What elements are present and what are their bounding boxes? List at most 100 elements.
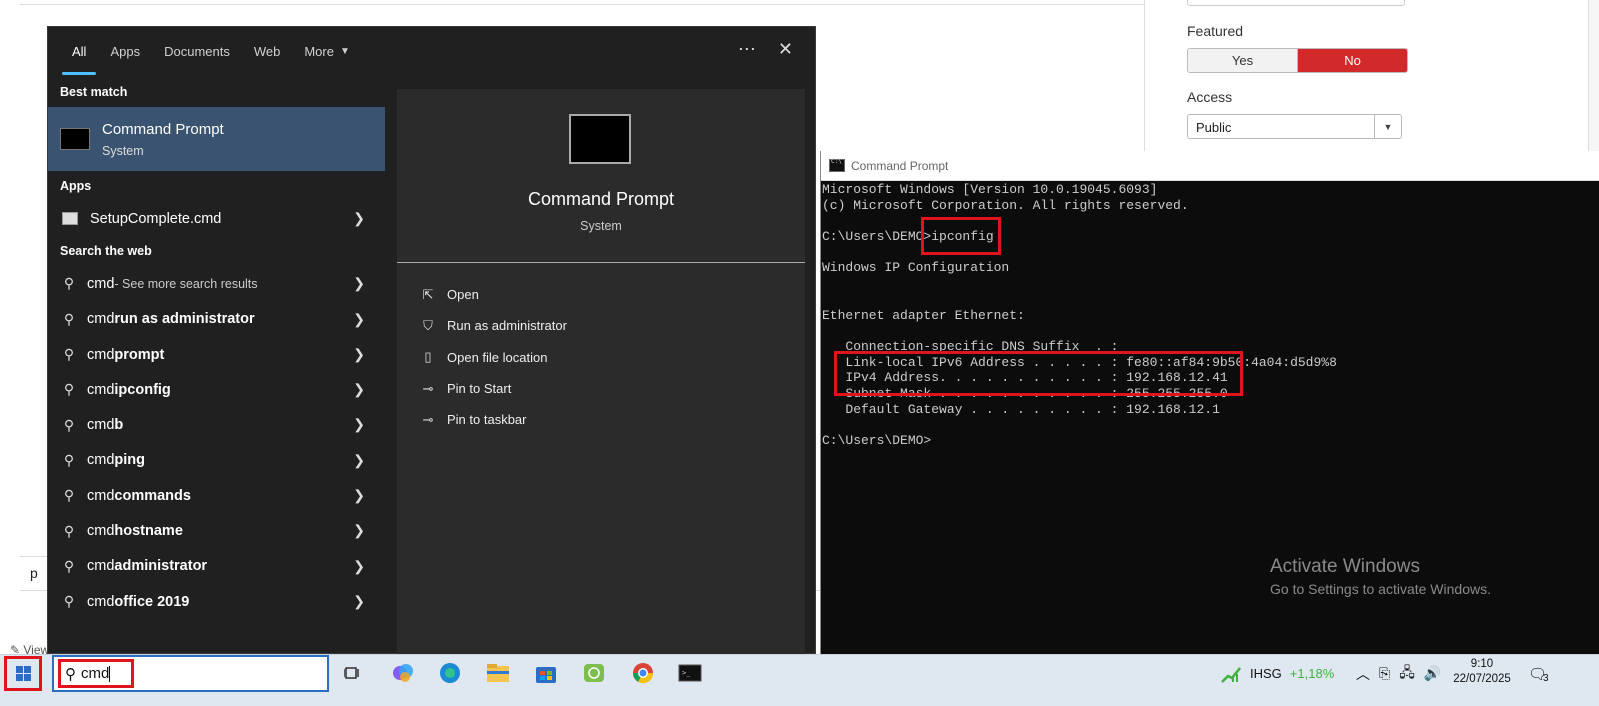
cmd-titlebar[interactable]: Command Prompt xyxy=(821,151,1599,181)
notes-app-icon[interactable] xyxy=(580,659,608,687)
stock-widget[interactable]: IHSG +1,18% xyxy=(1220,655,1334,692)
background-select-box[interactable] xyxy=(1187,0,1405,6)
web-result-item[interactable]: ⚲ cmd administrator ❯ xyxy=(48,549,385,584)
access-select[interactable]: Public ▼ xyxy=(1187,114,1402,139)
featured-yes-button[interactable]: Yes xyxy=(1188,49,1298,72)
web-result-bold: ipconfig xyxy=(114,381,171,398)
action-label: Run as administrator xyxy=(447,318,567,334)
chevron-right-icon[interactable]: ❯ xyxy=(353,593,365,610)
web-result-prefix: cmd xyxy=(87,275,115,292)
web-result-bold: ping xyxy=(114,452,146,469)
terminal-icon xyxy=(60,128,90,150)
notification-center-icon[interactable]: 🗨 3 xyxy=(1528,655,1549,692)
chrome-icon[interactable] xyxy=(629,659,657,687)
web-result-item[interactable]: ⚲ cmd prompt ❯ xyxy=(48,337,385,372)
web-result-item[interactable]: ⚲ cmd commands ❯ xyxy=(48,478,385,513)
chevron-right-icon[interactable]: ❯ xyxy=(353,275,365,292)
clock-time: 9:10 xyxy=(1470,658,1494,670)
action-item[interactable]: ⊸ Pin to taskbar xyxy=(419,404,567,435)
web-result-item[interactable]: ⚲ cmd ping ❯ xyxy=(48,443,385,478)
start-search-panel[interactable]: All Apps Documents Web More ▼ ⋯ ✕ Best ma… xyxy=(47,26,816,655)
edge-icon[interactable] xyxy=(436,659,464,687)
search-icon: ⚲ xyxy=(65,665,76,683)
microsoft-store-icon[interactable] xyxy=(532,659,560,687)
action-item[interactable]: ▯ Open file location xyxy=(419,342,567,373)
chevron-right-icon[interactable]: ❯ xyxy=(353,416,365,433)
copilot-icon[interactable] xyxy=(389,659,417,687)
console-line: Microsoft Windows [Version 10.0.19045.60… xyxy=(822,182,1158,197)
chevron-right-icon[interactable]: ❯ xyxy=(353,522,365,539)
web-result-item[interactable]: ⚲ cmd b ❯ xyxy=(48,407,385,442)
web-result-prefix: cmd xyxy=(87,452,115,469)
action-label: Pin to Start xyxy=(447,381,512,397)
action-item[interactable]: ⇱ Open xyxy=(419,279,567,310)
watermark-title: Activate Windows xyxy=(1270,556,1420,577)
chevron-right-icon[interactable]: ❯ xyxy=(353,381,365,398)
notification-count: 3 xyxy=(1543,673,1549,684)
best-match-command-prompt[interactable]: Command Prompt System xyxy=(48,107,385,171)
search-icon: ⚲ xyxy=(63,557,75,574)
tab-documents[interactable]: Documents xyxy=(152,27,242,75)
search-icon: ⚲ xyxy=(63,416,75,433)
web-result-prefix: cmd xyxy=(87,417,115,434)
taskbar-search-box[interactable]: ⚲ cmd xyxy=(52,655,329,692)
web-result-item[interactable]: ⚲ cmd - See more search results ❯ xyxy=(48,266,385,301)
web-result-item[interactable]: ⚲ cmd hostname ❯ xyxy=(48,513,385,548)
console-line: Default Gateway . . . . . . . . . : 192.… xyxy=(822,401,1220,417)
chevron-right-icon[interactable]: ❯ xyxy=(353,558,365,575)
caret-down-icon: ▼ xyxy=(339,45,350,57)
tab-apps[interactable]: Apps xyxy=(98,27,152,75)
close-icon[interactable]: ✕ xyxy=(778,39,793,60)
action-item[interactable]: ⊸ Pin to Start xyxy=(419,373,567,404)
access-value: Public xyxy=(1196,120,1232,135)
search-web-label: Search the web xyxy=(60,244,152,259)
chevron-up-icon[interactable]: ︿ xyxy=(1356,664,1370,684)
search-icon: ⚲ xyxy=(63,593,75,610)
svg-text:>_: >_ xyxy=(682,669,691,677)
tab-all[interactable]: All xyxy=(60,27,98,75)
best-match-subtitle: System xyxy=(102,143,144,158)
featured-no-button[interactable]: No xyxy=(1298,49,1407,72)
result-preview-pane: Command Prompt System ⇱ Open ⛉ Run as admin… xyxy=(397,89,805,655)
web-result-item[interactable]: ⚲ cmd office 2019 ❯ xyxy=(48,584,385,619)
featured-toggle[interactable]: Yes No xyxy=(1187,48,1408,73)
action-item[interactable]: ⛉ Run as administrator xyxy=(419,310,567,341)
network-icon[interactable]: 🖧 xyxy=(1399,662,1415,686)
command-prompt-taskbar-icon[interactable]: >_ xyxy=(676,659,704,687)
chevron-right-icon[interactable]: ❯ xyxy=(353,487,365,504)
volume-icon[interactable]: 🔊 xyxy=(1424,665,1441,682)
network-drive-icon[interactable]: ⎘ xyxy=(1379,665,1390,682)
web-result-prefix: cmd xyxy=(87,558,115,575)
chevron-down-icon[interactable]: ▼ xyxy=(1374,115,1401,138)
web-result-prefix: cmd xyxy=(87,311,115,328)
open-icon: ⇱ xyxy=(422,286,434,302)
search-input[interactable]: cmd xyxy=(81,665,109,682)
activate-windows-watermark: Activate Windows Go to Settings to activ… xyxy=(1270,556,1491,597)
search-results-list: Best match Command Prompt System Apps Se… xyxy=(48,77,385,653)
access-label: Access xyxy=(1187,89,1233,105)
start-button[interactable] xyxy=(4,656,42,691)
web-result-bold: run as administrator xyxy=(114,311,255,328)
task-view-icon[interactable] xyxy=(339,659,367,687)
app-result-setupcomplete[interactable]: SetupComplete.cmd ❯ xyxy=(48,201,385,236)
web-result-bold: prompt xyxy=(114,346,165,363)
web-result-item[interactable]: ⚲ cmd ipconfig ❯ xyxy=(48,372,385,407)
file-explorer-icon[interactable] xyxy=(484,659,512,687)
more-options-icon[interactable]: ⋯ xyxy=(738,39,756,60)
chevron-right-icon[interactable]: ❯ xyxy=(353,346,365,363)
chevron-right-icon[interactable]: ❯ xyxy=(353,311,365,328)
stock-name: IHSG xyxy=(1250,666,1282,681)
ipconfig-highlight xyxy=(921,217,1001,255)
web-result-bold: office 2019 xyxy=(114,593,190,610)
preview-divider xyxy=(397,262,805,263)
web-result-item[interactable]: ⚲ cmd run as administrator ❯ xyxy=(48,302,385,337)
background-text-row: p xyxy=(20,556,50,590)
tab-more[interactable]: More ▼ xyxy=(292,27,362,75)
clock[interactable]: 9:10 22/07/2025 xyxy=(1448,657,1516,687)
chevron-right-icon[interactable]: ❯ xyxy=(353,210,365,227)
chevron-right-icon[interactable]: ❯ xyxy=(353,452,365,469)
tab-web[interactable]: Web xyxy=(242,27,293,75)
web-result-note: - See more search results xyxy=(114,276,258,291)
page-scrollbar[interactable] xyxy=(1588,0,1599,155)
